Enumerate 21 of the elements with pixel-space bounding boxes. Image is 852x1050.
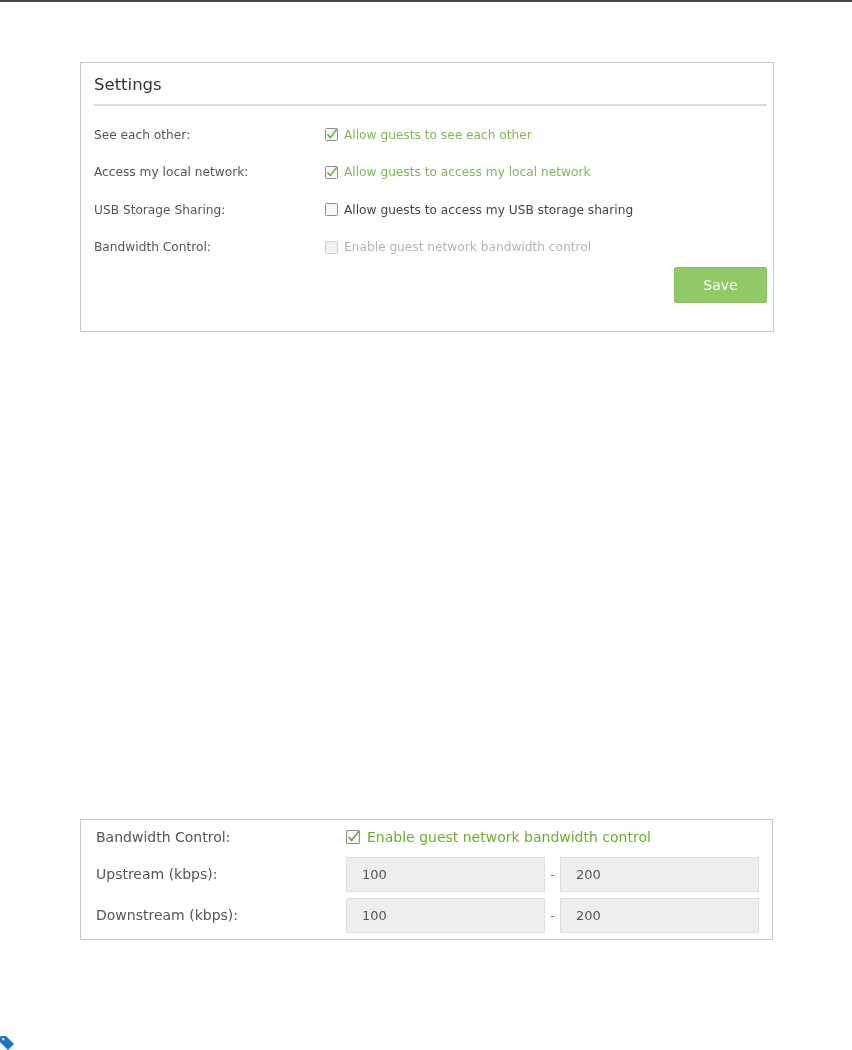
setting-label: Bandwidth Control: <box>96 828 231 845</box>
checkbox-label[interactable]: Allow guests to access my USB storage sharing <box>344 200 634 219</box>
input-field[interactable]: 200 <box>559 857 759 892</box>
checkbox[interactable] <box>325 203 338 217</box>
input-field[interactable]: 100 <box>346 857 546 892</box>
setting-label: USB Storage Sharing: <box>94 202 226 217</box>
checkbox[interactable] <box>346 830 360 844</box>
input-field[interactable]: 200 <box>559 898 759 933</box>
range-separator: - <box>549 906 556 925</box>
setting-label: Bandwidth Control: <box>94 240 211 255</box>
checkbox[interactable] <box>325 165 338 179</box>
setting-label: Upstream (kbps): <box>96 866 218 882</box>
range-separator: - <box>549 865 556 884</box>
checkbox-label: Enable guest network bandwidth control <box>344 239 592 257</box>
checkbox[interactable] <box>325 128 338 142</box>
input-field[interactable]: 100 <box>346 898 546 933</box>
panel-title: Settings <box>94 74 162 95</box>
setting-label: See each other: <box>94 127 191 142</box>
setting-label: Access my local network: <box>94 165 249 180</box>
setting-label: Downstream (kbps): <box>96 907 238 923</box>
tag-icon <box>0 1036 14 1050</box>
